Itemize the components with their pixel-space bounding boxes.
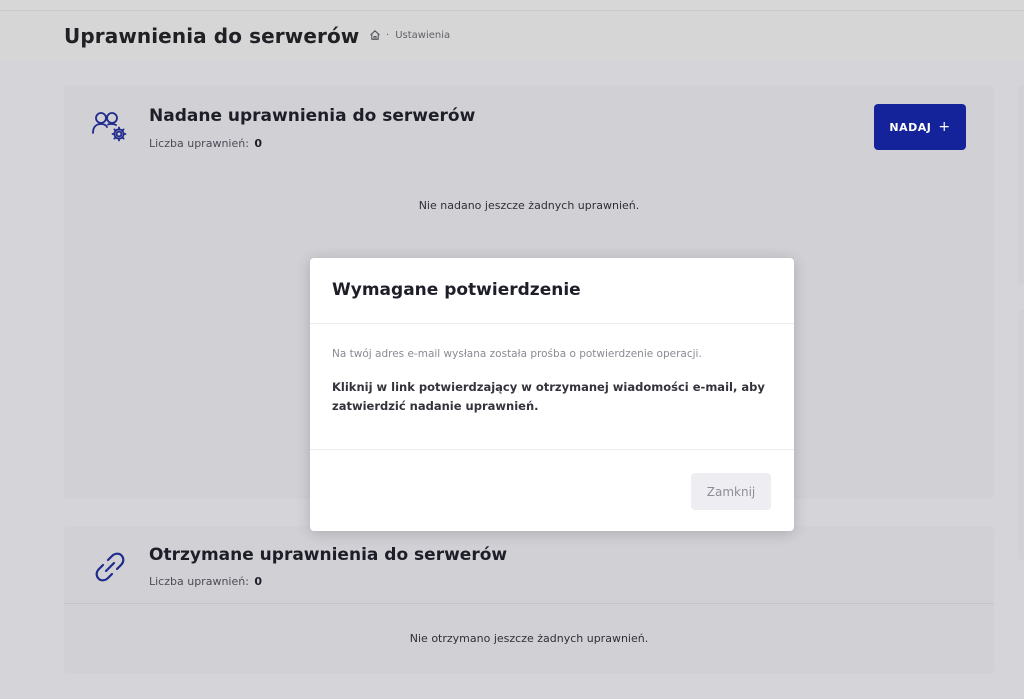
close-button[interactable]: Zamknij — [691, 473, 771, 510]
users-gear-icon — [92, 112, 127, 142]
divider — [310, 323, 794, 324]
link-icon — [95, 552, 125, 582]
grant-button-label: NADAJ — [889, 120, 932, 134]
permissions-count: Liczba uprawnień: 0 — [149, 575, 262, 588]
grant-button[interactable]: NADAJ + — [874, 104, 966, 150]
count-value: 0 — [254, 575, 263, 588]
side-panel — [1018, 310, 1024, 560]
divider — [64, 603, 994, 604]
count-label: Liczba uprawnień: — [149, 575, 249, 588]
card-title: Nadane uprawnienia do serwerów — [149, 106, 476, 126]
permissions-count: Liczba uprawnień: 0 — [149, 137, 262, 150]
top-strip — [0, 0, 1024, 11]
confirmation-dialog: Wymagane potwierdzenie Na twój adres e-m… — [310, 258, 794, 531]
count-value: 0 — [254, 137, 263, 150]
received-permissions-card: Otrzymane uprawnienia do serwerów Liczba… — [64, 526, 994, 674]
empty-state-message: Nie otrzymano jeszcze żadnych uprawnień. — [409, 632, 649, 645]
page-header: Uprawnienia do serwerów · Ustawienia — [0, 11, 1024, 61]
card-title: Otrzymane uprawnienia do serwerów — [149, 545, 508, 565]
breadcrumb-current[interactable]: Ustawienia — [395, 30, 450, 41]
dialog-info-text: Na twój adres e-mail wysłana została pro… — [332, 348, 702, 360]
home-icon[interactable] — [369, 29, 381, 41]
empty-state-message: Nie nadano jeszcze żadnych uprawnień. — [418, 199, 640, 212]
breadcrumb: · Ustawienia — [369, 29, 450, 41]
plus-icon: + — [938, 119, 951, 135]
side-panel — [1018, 85, 1024, 285]
breadcrumb-separator: · — [386, 29, 390, 41]
dialog-instruction-text: Kliknij w link potwierdzający w otrzyman… — [332, 380, 765, 413]
count-label: Liczba uprawnień: — [149, 137, 249, 150]
page-title: Uprawnienia do serwerów — [64, 24, 360, 48]
divider — [310, 449, 794, 450]
dialog-title: Wymagane potwierdzenie — [332, 280, 581, 300]
